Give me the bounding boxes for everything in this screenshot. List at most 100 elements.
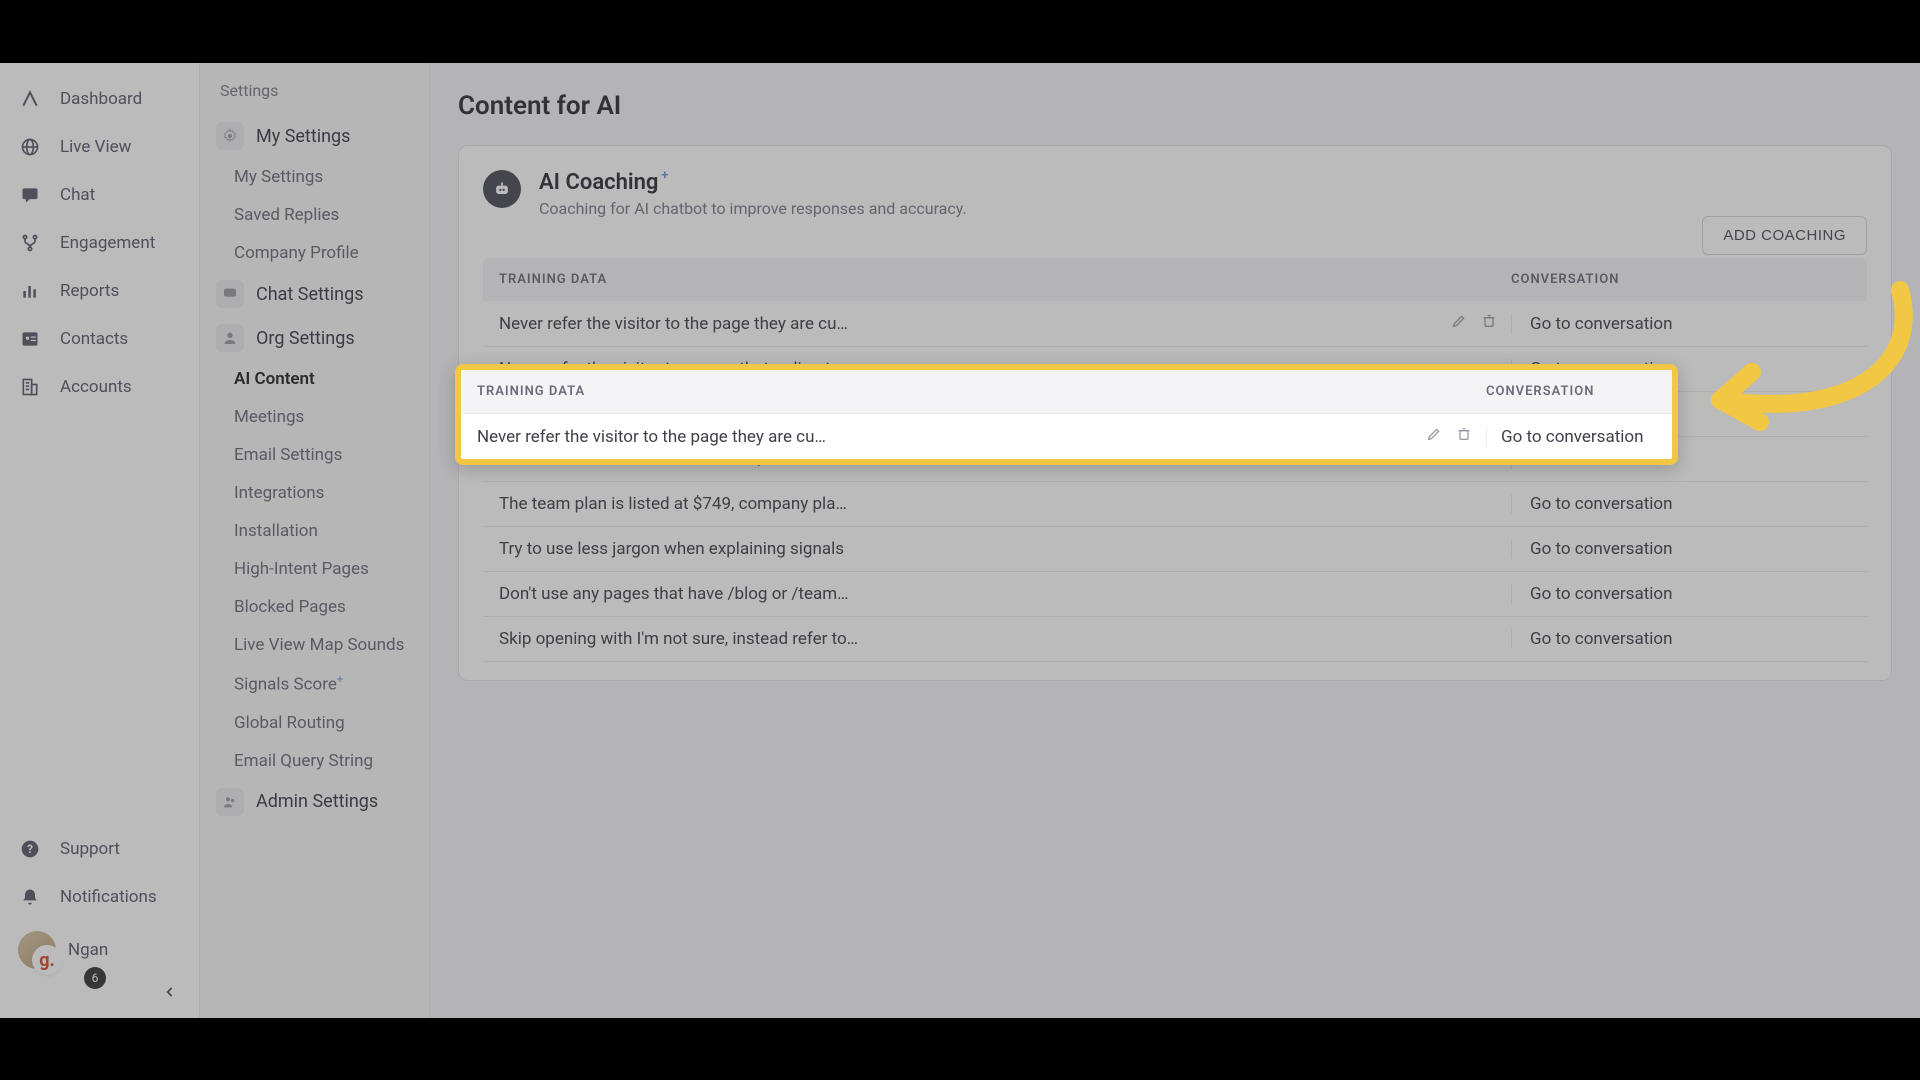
table-row: Don't send them to the webinar page in t…	[483, 392, 1867, 437]
go-to-conversation-link[interactable]: Go to conversation	[1511, 494, 1851, 514]
nav-contacts[interactable]: Contacts	[0, 315, 199, 363]
section-label: Admin Settings	[256, 791, 378, 812]
sub-integrations[interactable]: Integrations	[210, 474, 419, 512]
sub-email-settings[interactable]: Email Settings	[210, 436, 419, 474]
training-text: Don't send them to the webinar page in t…	[499, 404, 851, 424]
branch-icon	[18, 231, 42, 255]
bell-icon	[18, 885, 42, 909]
go-to-conversation-link[interactable]: Go to conversation	[1511, 449, 1851, 469]
chevron-left-icon	[163, 983, 177, 1004]
nav-label: Reports	[60, 281, 119, 301]
user-card-icon	[18, 327, 42, 351]
card-title: AI Coaching +	[539, 170, 658, 195]
section-chat-settings[interactable]: Chat Settings	[210, 272, 419, 316]
sidebar-settings: Settings My Settings My Settings Saved R…	[200, 63, 430, 1018]
section-org-settings[interactable]: Org Settings	[210, 316, 419, 360]
coaching-table: TRAINING DATA CONVERSATION Never refer t…	[483, 258, 1867, 662]
nav-engagement[interactable]: Engagement	[0, 219, 199, 267]
sub-my-settings[interactable]: My Settings	[210, 158, 419, 196]
user-block[interactable]: g. Ngan 6	[0, 921, 199, 983]
nav-label: Live View	[60, 137, 131, 157]
training-text: When someone asks about events, tell the…	[499, 449, 847, 469]
section-my-settings[interactable]: My Settings	[210, 114, 419, 158]
sub-email-query[interactable]: Email Query String	[210, 742, 419, 780]
nav-support[interactable]: ? Support	[0, 825, 199, 873]
go-to-conversation-link[interactable]: Go to conversation	[1511, 539, 1851, 559]
th-conversation: CONVERSATION	[1511, 272, 1851, 287]
training-text: Skip opening with I'm not sure, instead …	[499, 629, 858, 649]
nav-label: Notifications	[60, 887, 157, 907]
nav-notifications[interactable]: Notifications	[0, 873, 199, 921]
sidebar-primary: Dashboard Live View Chat Engagement Repo…	[0, 63, 200, 1018]
avatar-badge: g.	[34, 947, 60, 973]
section-label: Org Settings	[256, 328, 355, 349]
svg-text:?: ?	[27, 842, 33, 856]
chat-settings-icon	[216, 280, 244, 308]
nav-reports[interactable]: Reports	[0, 267, 199, 315]
table-row: The team plan is listed at $749, company…	[483, 482, 1867, 527]
training-text: Never refer the visitor to the page they…	[499, 314, 848, 334]
th-training-data: TRAINING DATA	[499, 272, 1511, 287]
nav-label: Accounts	[60, 377, 132, 397]
bar-chart-icon	[18, 279, 42, 303]
go-to-conversation-link[interactable]: Go to conversation	[1511, 584, 1851, 604]
nav-label: Support	[60, 839, 120, 859]
org-icon	[216, 324, 244, 352]
training-text: Don't use any pages that have /blog or /…	[499, 584, 848, 604]
sub-company-profile[interactable]: Company Profile	[210, 234, 419, 272]
sub-high-intent[interactable]: High-Intent Pages	[210, 550, 419, 588]
training-text: Never refer the visitor to a page that r…	[499, 359, 851, 379]
go-to-conversation-link[interactable]: Go to conversation	[1511, 629, 1851, 649]
user-name: Ngan	[68, 940, 108, 960]
nav-accounts[interactable]: Accounts	[0, 363, 199, 411]
section-label: My Settings	[256, 126, 350, 147]
sub-installation[interactable]: Installation	[210, 512, 419, 550]
add-coaching-button[interactable]: ADD COACHING	[1702, 216, 1867, 255]
logo-icon	[18, 87, 42, 111]
app-shell: Dashboard Live View Chat Engagement Repo…	[0, 63, 1920, 1018]
bot-icon	[483, 170, 521, 208]
table-row: When someone asks about events, tell the…	[483, 437, 1867, 482]
edit-icon[interactable]	[1451, 313, 1467, 334]
globe-icon	[18, 135, 42, 159]
go-to-conversation-link[interactable]: Go to conversation	[1511, 404, 1851, 424]
sub-saved-replies[interactable]: Saved Replies	[210, 196, 419, 234]
table-row: Skip opening with I'm not sure, instead …	[483, 617, 1867, 662]
avatar: g.	[18, 931, 56, 969]
sub-signals-score[interactable]: Signals Score+	[210, 664, 419, 704]
nav-live-view[interactable]: Live View	[0, 123, 199, 171]
table-header: TRAINING DATA CONVERSATION	[483, 258, 1867, 301]
sub-map-sounds[interactable]: Live View Map Sounds	[210, 626, 419, 664]
training-text: Try to use less jargon when explaining s…	[499, 539, 844, 559]
nav-label: Engagement	[60, 233, 155, 253]
ai-coaching-card: AI Coaching + Coaching for AI chatbot to…	[458, 145, 1892, 681]
help-icon: ?	[18, 837, 42, 861]
main-content: Content for AI AI Coaching + Coaching fo…	[430, 63, 1920, 1018]
nav-label: Contacts	[60, 329, 128, 349]
sub-global-routing[interactable]: Global Routing	[210, 704, 419, 742]
sub-meetings[interactable]: Meetings	[210, 398, 419, 436]
building-icon	[18, 375, 42, 399]
table-row: Never refer the visitor to a page that r…	[483, 347, 1867, 392]
nav-label: Dashboard	[60, 89, 142, 109]
go-to-conversation-link[interactable]: Go to conversation	[1511, 359, 1851, 379]
section-label: Chat Settings	[256, 284, 364, 305]
collapse-sidebar-button[interactable]	[0, 983, 199, 1018]
gear-icon	[216, 122, 244, 150]
table-row: Try to use less jargon when explaining s…	[483, 527, 1867, 572]
training-text: The team plan is listed at $749, company…	[499, 494, 847, 514]
table-row: Never refer the visitor to the page they…	[483, 301, 1867, 347]
table-row: Don't use any pages that have /blog or /…	[483, 572, 1867, 617]
settings-title: Settings	[210, 81, 419, 114]
section-admin-settings[interactable]: Admin Settings	[210, 780, 419, 824]
delete-icon[interactable]	[1481, 313, 1497, 334]
sub-blocked-pages[interactable]: Blocked Pages	[210, 588, 419, 626]
sub-ai-content[interactable]: AI Content	[210, 360, 419, 398]
logo-item[interactable]: Dashboard	[0, 75, 199, 123]
go-to-conversation-link[interactable]: Go to conversation	[1511, 314, 1851, 334]
chat-icon	[18, 183, 42, 207]
user-count-badge: 6	[84, 967, 106, 989]
page-title: Content for AI	[458, 91, 1892, 121]
card-subtitle: Coaching for AI chatbot to improve respo…	[539, 199, 967, 218]
nav-chat[interactable]: Chat	[0, 171, 199, 219]
